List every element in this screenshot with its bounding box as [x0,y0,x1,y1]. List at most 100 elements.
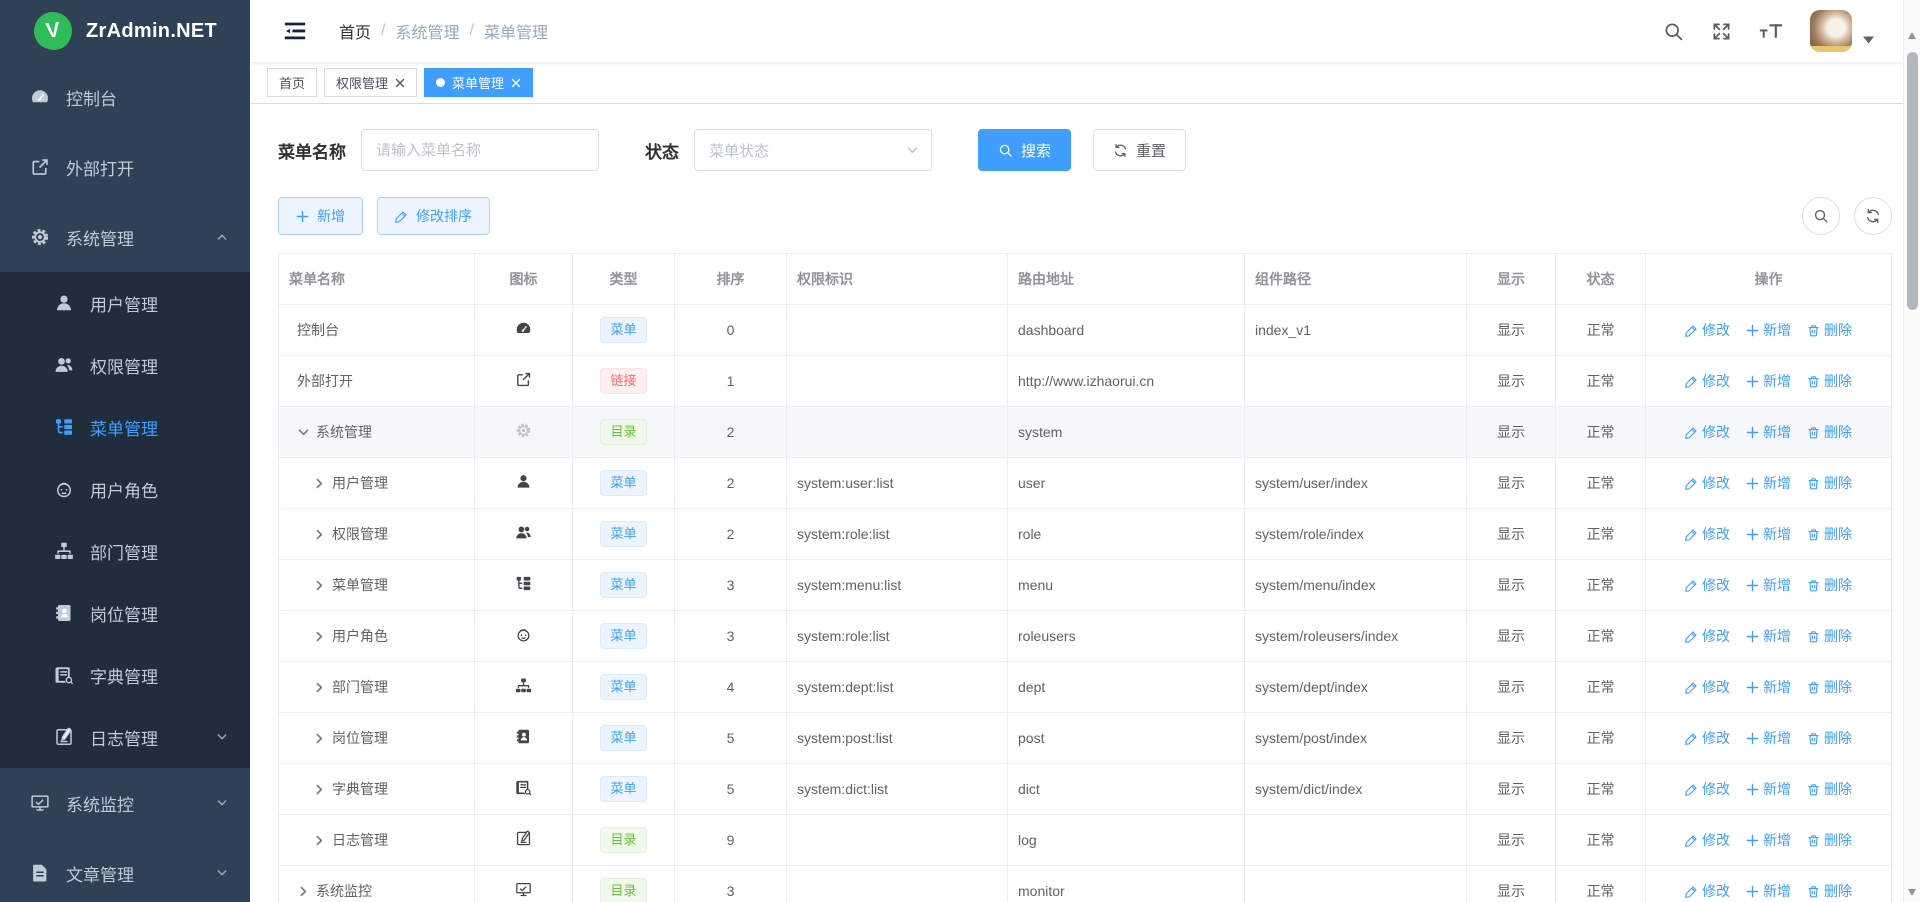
scroll-up-arrow-icon[interactable] [1908,32,1916,39]
edit-link[interactable]: 修改 [1685,524,1730,544]
edit-link[interactable]: 修改 [1685,371,1730,391]
sidebar-item-user[interactable]: 用户管理 [0,272,250,334]
delete-link[interactable]: 删除 [1807,575,1852,595]
search-button[interactable]: 搜索 [978,129,1071,171]
expand-right-icon[interactable] [313,834,326,847]
component-path-cell [1245,356,1467,407]
delete-link[interactable]: 删除 [1807,422,1852,442]
sidebar-item-article[interactable]: 文章管理 [0,838,250,902]
add-link[interactable]: 新增 [1746,320,1791,340]
sidebar-item-system[interactable]: 系统管理 [0,202,250,272]
sidebar-item-dict[interactable]: 字典管理 [0,644,250,706]
perms-cell: system:user:list [787,458,1008,509]
edit-link[interactable]: 修改 [1685,626,1730,646]
sidebar-item-external[interactable]: 外部打开 [0,132,250,202]
delete-link[interactable]: 删除 [1807,524,1852,544]
component-path-cell: system/post/index [1245,713,1467,764]
edit-link[interactable]: 修改 [1685,473,1730,493]
tab[interactable]: 菜单管理 [424,68,533,97]
expand-right-icon[interactable] [313,732,326,745]
column-header: 状态 [1556,254,1646,305]
row-actions: 修改 新增 删除 [1656,728,1881,748]
sidebar-item-dept[interactable]: 部门管理 [0,520,250,582]
delete-link[interactable]: 删除 [1807,677,1852,697]
close-icon[interactable] [511,78,521,88]
tab[interactable]: 首页 [267,68,317,97]
edit-link[interactable]: 修改 [1685,677,1730,697]
edit-link[interactable]: 修改 [1685,320,1730,340]
delete-link[interactable]: 删除 [1807,779,1852,799]
close-icon[interactable] [395,78,405,88]
edit-link[interactable]: 修改 [1685,881,1730,901]
expand-right-icon[interactable] [297,885,310,898]
add-link[interactable]: 新增 [1746,524,1791,544]
scroll-down-arrow-icon[interactable] [1908,889,1916,896]
tab[interactable]: 权限管理 [324,68,417,97]
search-icon[interactable] [1663,21,1684,42]
expand-right-icon[interactable] [313,477,326,490]
delete-link[interactable]: 删除 [1807,830,1852,850]
sidebar-item-dashboard[interactable]: 控制台 [0,62,250,132]
fullscreen-icon[interactable] [1711,21,1732,42]
sidebar-item-roleusers[interactable]: 用户角色 [0,458,250,520]
sidebar-item-log[interactable]: 日志管理 [0,706,250,768]
dictionary-icon [515,779,532,796]
delete-link[interactable]: 删除 [1807,626,1852,646]
expand-right-icon[interactable] [313,783,326,796]
add-link[interactable]: 新增 [1746,626,1791,646]
sort-button[interactable]: 修改排序 [377,197,490,235]
user-avatar[interactable] [1810,10,1852,52]
sidebar-item-post[interactable]: 岗位管理 [0,582,250,644]
edit-link[interactable]: 修改 [1685,422,1730,442]
font-size-icon[interactable] [1759,21,1783,41]
sidebar-item-role[interactable]: 权限管理 [0,334,250,396]
toggle-search-button[interactable] [1802,197,1840,235]
breadcrumb-item[interactable]: 系统管理 [395,19,459,43]
page-scrollbar[interactable] [1903,0,1920,902]
caret-down-icon[interactable] [1863,36,1874,44]
route-path-cell: monitor [1008,866,1245,902]
sidebar-collapse-icon[interactable] [283,19,307,43]
add-link[interactable]: 新增 [1746,779,1791,799]
menu-name-cell: 用户角色 [289,626,464,646]
expand-right-icon[interactable] [313,630,326,643]
expand-down-icon[interactable] [297,426,310,439]
sort-cell: 4 [675,662,787,713]
expand-right-icon[interactable] [313,579,326,592]
delete-link[interactable]: 删除 [1807,881,1852,901]
edit-link[interactable]: 修改 [1685,830,1730,850]
delete-link[interactable]: 删除 [1807,728,1852,748]
add-link[interactable]: 新增 [1746,881,1791,901]
reset-button[interactable]: 重置 [1093,129,1186,171]
route-path-cell: menu [1008,560,1245,611]
sidebar-item-monitor[interactable]: 系统监控 [0,768,250,838]
expand-right-icon[interactable] [313,528,326,541]
add-link[interactable]: 新增 [1746,830,1791,850]
status-select[interactable]: 菜单状态 [694,129,932,171]
delete-link[interactable]: 删除 [1807,320,1852,340]
menu-name-label: 菜单名称 [278,138,346,163]
refresh-table-button[interactable] [1854,197,1892,235]
edit-link[interactable]: 修改 [1685,575,1730,595]
expand-right-icon[interactable] [313,681,326,694]
add-link[interactable]: 新增 [1746,677,1791,697]
add-link[interactable]: 新增 [1746,473,1791,493]
add-button[interactable]: 新增 [278,197,363,235]
add-link[interactable]: 新增 [1746,422,1791,442]
column-header: 组件路径 [1245,254,1467,305]
sidebar-item-menu[interactable]: 菜单管理 [0,396,250,458]
delete-link[interactable]: 删除 [1807,371,1852,391]
add-link[interactable]: 新增 [1746,728,1791,748]
trash-icon [1807,426,1820,439]
edit-link[interactable]: 修改 [1685,779,1730,799]
route-path-cell: dept [1008,662,1245,713]
add-link[interactable]: 新增 [1746,575,1791,595]
edit-link[interactable]: 修改 [1685,728,1730,748]
delete-link[interactable]: 删除 [1807,473,1852,493]
scrollbar-thumb[interactable] [1907,52,1918,310]
app-logo[interactable]: V ZrAdmin.NET [0,0,250,62]
add-link[interactable]: 新增 [1746,371,1791,391]
menu-name-input[interactable] [361,129,599,171]
breadcrumb-item[interactable]: 首页 [339,19,371,43]
tab-bar: 首页 权限管理 菜单管理 [250,62,1920,104]
